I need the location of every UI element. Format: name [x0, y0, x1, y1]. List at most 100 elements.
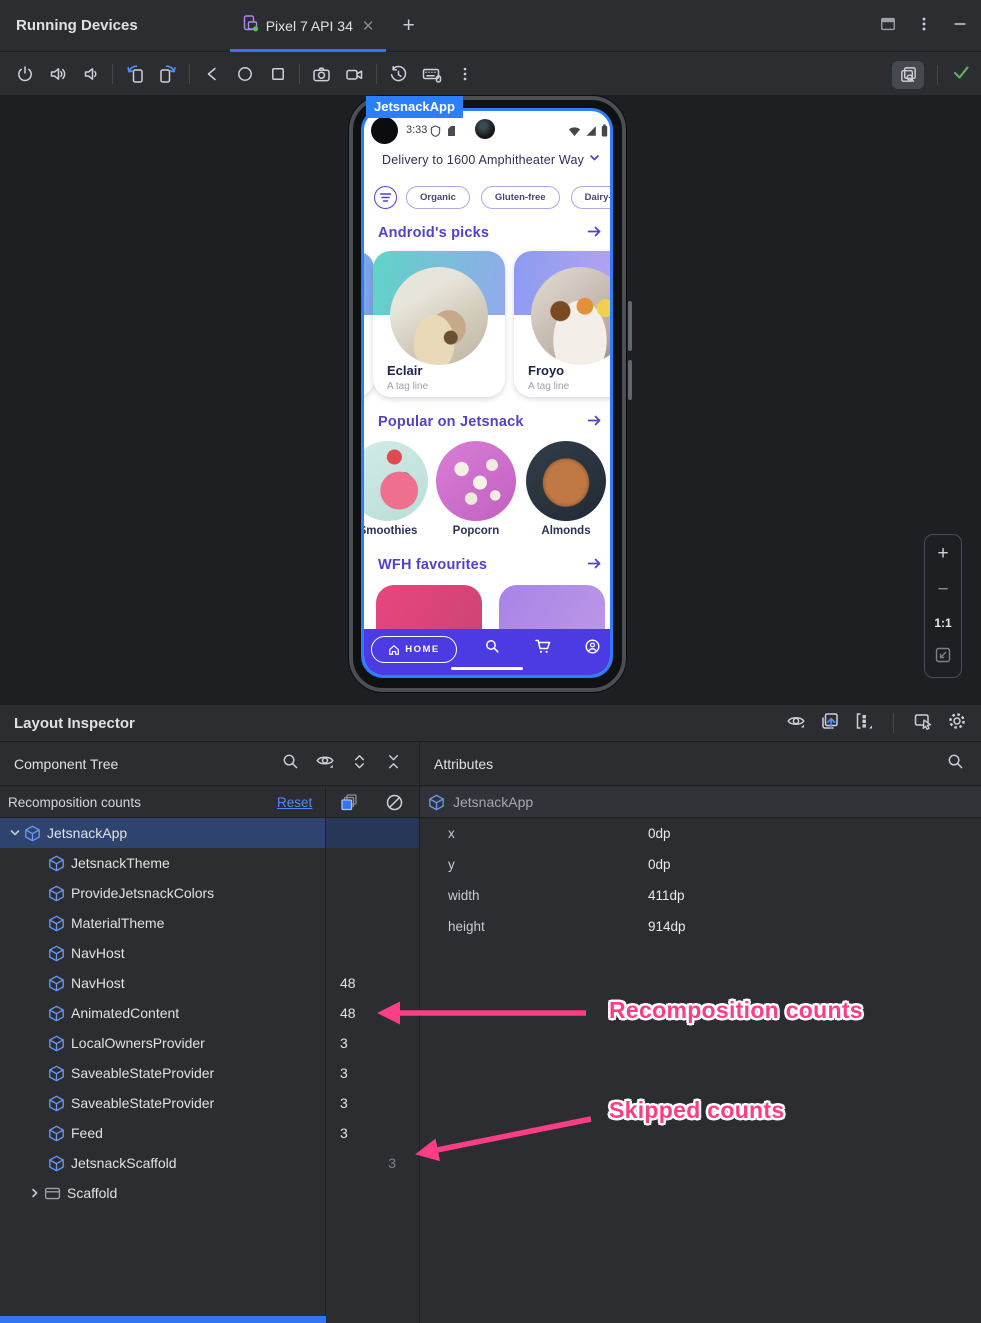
volume-up-button[interactable]: [41, 59, 74, 89]
back-button[interactable]: [195, 59, 228, 89]
component-tree-header: Component Tree: [0, 742, 419, 786]
volume-down-button[interactable]: [74, 59, 107, 89]
tree-row[interactable]: LocalOwnersProvider 3: [0, 1028, 419, 1058]
overview-button[interactable]: [261, 59, 294, 89]
device-tab[interactable]: Pixel 7 API 34 ✕: [229, 0, 387, 52]
arrow-right-icon[interactable]: [586, 412, 603, 434]
tree-row[interactable]: NavHost 48: [0, 968, 419, 998]
sim-icon: [447, 124, 456, 142]
new-tab-button[interactable]: +: [402, 14, 414, 38]
tree-row[interactable]: SaveableStateProvider 3: [0, 1088, 419, 1118]
camera-cutout: [475, 119, 495, 139]
tree-row[interactable]: Feed 3: [0, 1118, 419, 1148]
chip-gluten-free[interactable]: Gluten-free: [480, 186, 560, 209]
minimize-icon[interactable]: [951, 15, 969, 38]
toolbar-more-options-icon[interactable]: [448, 59, 481, 89]
tree-row[interactable]: AnimatedContent 48: [0, 998, 419, 1028]
window-tab-bar: Running Devices Pixel 7 API 34 ✕ +: [0, 0, 981, 52]
screen-record-button[interactable]: [338, 59, 371, 89]
view-options-icon[interactable]: [854, 711, 874, 736]
section-title-popular: Popular on Jetsnack: [378, 414, 524, 430]
window-layout-icon[interactable]: [879, 15, 897, 38]
tree-row[interactable]: MaterialTheme: [0, 908, 419, 938]
toolbar-divider: [189, 64, 190, 84]
device-tab-label: Pixel 7 API 34: [265, 17, 353, 34]
zoom-actual-size-button[interactable]: 1:1: [934, 616, 951, 630]
snack-card-froyo[interactable]: Froyo A tag line: [514, 251, 610, 397]
chip-dairy-free[interactable]: Dairy-free: [570, 186, 610, 209]
tree-horizontal-scrollbar[interactable]: [0, 1316, 326, 1323]
rotate-right-button[interactable]: [151, 59, 184, 89]
delivery-address[interactable]: Delivery to 1600 Amphitheater Way: [382, 153, 584, 167]
chevron-right-icon[interactable]: [26, 1187, 44, 1199]
phone-screen[interactable]: 3:33 Delivery to 1600 Amphitheater Way O…: [361, 108, 613, 678]
collapse-all-icon[interactable]: [384, 752, 403, 776]
chip-organic[interactable]: Organic: [406, 186, 470, 209]
tree-row[interactable]: Scaffold: [0, 1178, 419, 1208]
smoothies-photo[interactable]: [364, 441, 428, 521]
pick-component-icon[interactable]: [913, 711, 933, 736]
home-button[interactable]: [228, 59, 261, 89]
attribute-value: 411dp: [648, 888, 685, 903]
settings-gear-icon[interactable]: [947, 711, 967, 736]
section-title-picks: Android's picks: [378, 225, 490, 241]
compose-node-icon: [48, 1065, 65, 1082]
chevron-down-icon[interactable]: [6, 827, 24, 839]
tree-row[interactable]: ProvideJetsnackColors: [0, 878, 419, 908]
search-icon[interactable]: [281, 752, 300, 776]
tree-row[interactable]: SaveableStateProvider 3: [0, 1058, 419, 1088]
zoom-fit-button[interactable]: [935, 647, 951, 668]
tree-row-jetsnackapp[interactable]: JetsnackApp: [0, 818, 419, 848]
layout-inspector-toggle[interactable]: [892, 60, 924, 89]
chevron-down-icon[interactable]: [588, 151, 601, 169]
layout-inspector-titlebar: Layout Inspector: [0, 705, 981, 742]
compose-node-icon: [48, 1095, 65, 1112]
export-snapshot-icon[interactable]: [820, 711, 840, 736]
arrow-right-icon[interactable]: [586, 555, 603, 577]
nav-cart-icon[interactable]: [534, 638, 552, 660]
panel-divider[interactable]: [419, 742, 420, 1323]
popcorn-photo[interactable]: [436, 441, 516, 521]
rotate-left-button[interactable]: [118, 59, 151, 89]
toolbar-divider: [893, 713, 894, 733]
snack-tagline: A tag line: [387, 381, 429, 392]
tab-close-icon[interactable]: ✕: [360, 17, 377, 35]
nav-home-button[interactable]: HOME: [371, 636, 457, 663]
search-icon[interactable]: [946, 752, 965, 776]
nav-profile-icon[interactable]: [584, 638, 601, 660]
toolbar-divider: [112, 64, 113, 84]
arrow-right-icon[interactable]: [586, 223, 603, 245]
snack-card-eclair[interactable]: Eclair A tag line: [373, 251, 505, 397]
compose-node-icon: [48, 1155, 65, 1172]
tree-row[interactable]: NavHost: [0, 938, 419, 968]
hardware-input-button[interactable]: [415, 59, 448, 89]
recomposition-count: 48: [340, 975, 356, 991]
highlight-recompositions-icon[interactable]: [338, 792, 359, 818]
attributes-component-header[interactable]: JetsnackApp: [420, 787, 981, 818]
screenshot-button[interactable]: [305, 59, 338, 89]
tree-node-label: ProvideJetsnackColors: [71, 885, 215, 901]
device-restore-button[interactable]: [382, 59, 415, 89]
power-button[interactable]: [8, 59, 41, 89]
attribute-value: 0dp: [648, 857, 671, 872]
tree-row[interactable]: JetsnackScaffold 3: [0, 1148, 419, 1178]
zoom-out-button[interactable]: −: [937, 580, 948, 599]
attribute-row: width 411dp: [420, 880, 981, 911]
almonds-photo[interactable]: [526, 441, 606, 521]
reset-counts-link[interactable]: Reset: [277, 795, 312, 810]
attribute-name: x: [448, 826, 455, 841]
nav-search-icon[interactable]: [484, 638, 501, 660]
tree-visibility-icon[interactable]: [315, 751, 335, 776]
visibility-options-icon[interactable]: [786, 711, 806, 736]
expand-all-icon[interactable]: [350, 752, 369, 776]
attribute-name: height: [448, 919, 485, 934]
more-options-icon[interactable]: [915, 15, 933, 38]
layout-inspector-title: Layout Inspector: [14, 714, 135, 732]
phone-volume-button: [628, 301, 632, 351]
recomposition-count: 3: [340, 1035, 348, 1051]
home-indicator[interactable]: [451, 666, 523, 670]
clear-counts-icon[interactable]: [384, 792, 405, 818]
tree-row[interactable]: JetsnackTheme: [0, 848, 419, 878]
zoom-in-button[interactable]: +: [937, 544, 948, 563]
filter-icon[interactable]: [374, 186, 397, 209]
